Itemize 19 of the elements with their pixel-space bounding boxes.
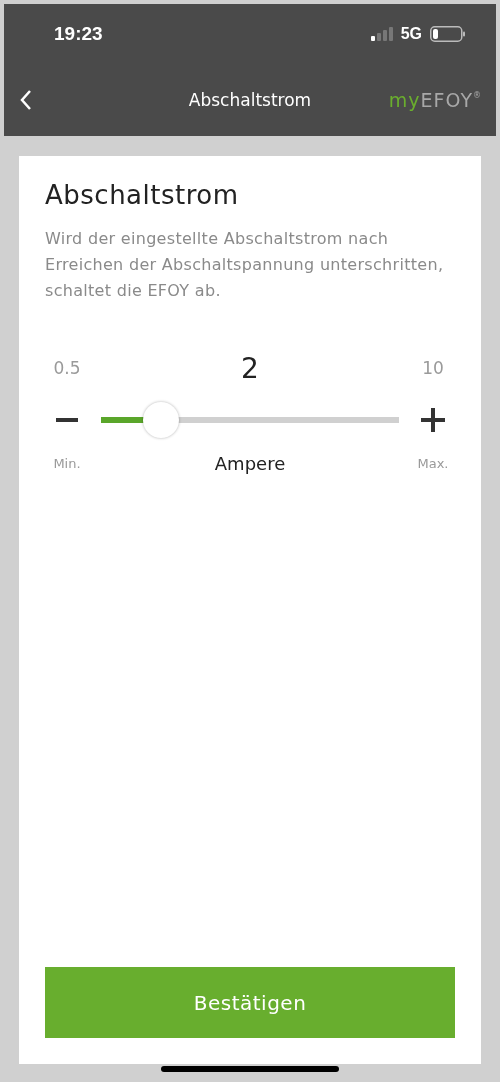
back-icon[interactable] (18, 88, 34, 112)
description: Wird der eingestellte Abschaltstrom nach Erreichen der Abschaltspannung unterschritten, schaltet die EFOY ab. (45, 228, 445, 302)
signal-icon (370, 27, 395, 41)
max-value: 10 (421, 358, 445, 378)
network-label: 5G (400, 25, 422, 43)
card-title: Abschaltstrom (45, 180, 240, 210)
min-value: 0.5 (52, 358, 82, 378)
current-value: 2 (240, 351, 260, 385)
unit-label: Ampere (213, 452, 287, 474)
screen-title: Abschaltstrom (188, 90, 312, 110)
confirm-button[interactable]: Bestätigen (45, 967, 455, 1038)
brand-logo: myEFOY® (388, 89, 482, 111)
max-label: Max. (416, 455, 450, 471)
slider-thumb[interactable] (142, 402, 179, 438)
plus-icon (421, 408, 445, 432)
status-time: 19:23 (54, 23, 103, 45)
battery-icon (430, 26, 466, 42)
minus-icon (56, 418, 78, 422)
min-label: Min. (52, 455, 82, 471)
